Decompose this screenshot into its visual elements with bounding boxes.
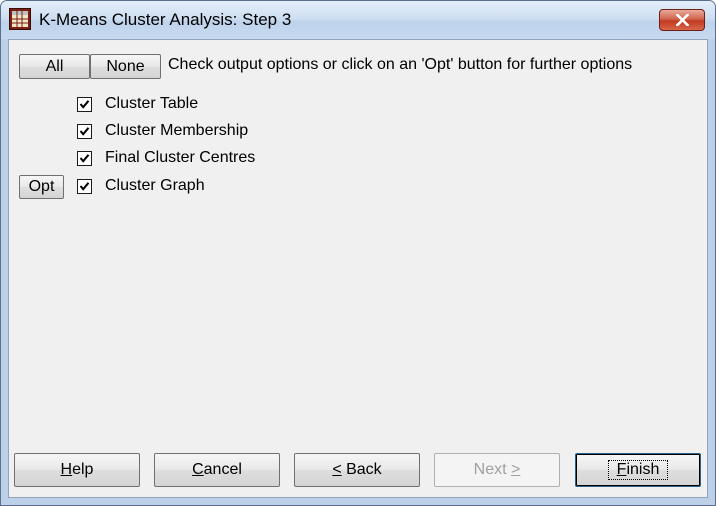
cluster-table-label: Cluster Table <box>105 95 199 112</box>
help-button[interactable]: Help <box>14 453 140 487</box>
cancel-label-rest: ancel <box>203 461 242 478</box>
final-cluster-centres-label: Final Cluster Centres <box>105 149 256 166</box>
checkmark-icon <box>79 99 90 109</box>
option-final-cluster-centres[interactable]: Final Cluster Centres <box>77 148 255 168</box>
back-label-rest: Back <box>341 461 382 478</box>
cancel-mnemonic: C <box>192 461 204 478</box>
final-cluster-centres-checkbox[interactable] <box>77 150 92 166</box>
cluster-graph-checkbox[interactable] <box>77 178 92 194</box>
close-button[interactable] <box>659 9 705 31</box>
next-label-text: Next <box>473 461 511 478</box>
none-button[interactable]: None <box>90 54 161 79</box>
back-mnemonic: < <box>332 461 342 478</box>
instructions-text: Check output options or click on an 'Opt… <box>168 56 633 73</box>
finish-button[interactable]: Finish <box>575 453 701 487</box>
cluster-graph-label: Cluster Graph <box>105 177 205 194</box>
finish-mnemonic: F <box>616 461 627 478</box>
finish-focus-ring: Finish <box>607 460 669 480</box>
cluster-table-checkbox[interactable] <box>77 96 92 112</box>
cluster-graph-opt-button[interactable]: Opt <box>19 175 64 199</box>
option-cluster-table[interactable]: Cluster Table <box>77 94 198 114</box>
finish-label-rest: inish <box>626 461 660 478</box>
all-button[interactable]: All <box>19 54 90 79</box>
option-cluster-membership[interactable]: Cluster Membership <box>77 121 248 141</box>
app-icon <box>9 8 31 30</box>
cluster-membership-label: Cluster Membership <box>105 122 249 139</box>
checkmark-icon <box>79 126 90 136</box>
cancel-button[interactable]: Cancel <box>154 453 280 487</box>
next-button[interactable]: Next > <box>434 453 560 487</box>
title-bar[interactable]: K-Means Cluster Analysis: Step 3 <box>1 1 715 39</box>
back-button[interactable]: < Back <box>294 453 420 487</box>
help-label-rest: elp <box>72 461 94 478</box>
option-cluster-graph[interactable]: Cluster Graph <box>77 176 205 196</box>
dialog-window: K-Means Cluster Analysis: Step 3 All Non… <box>0 0 716 506</box>
help-mnemonic: H <box>60 461 73 478</box>
checkmark-icon <box>79 153 90 163</box>
next-mnemonic: > <box>511 461 521 478</box>
close-icon <box>676 14 689 26</box>
dialog-client-area: All None Check output options or click o… <box>8 39 708 498</box>
window-title: K-Means Cluster Analysis: Step 3 <box>39 10 292 29</box>
checkmark-icon <box>79 181 90 191</box>
cluster-membership-checkbox[interactable] <box>77 123 92 139</box>
